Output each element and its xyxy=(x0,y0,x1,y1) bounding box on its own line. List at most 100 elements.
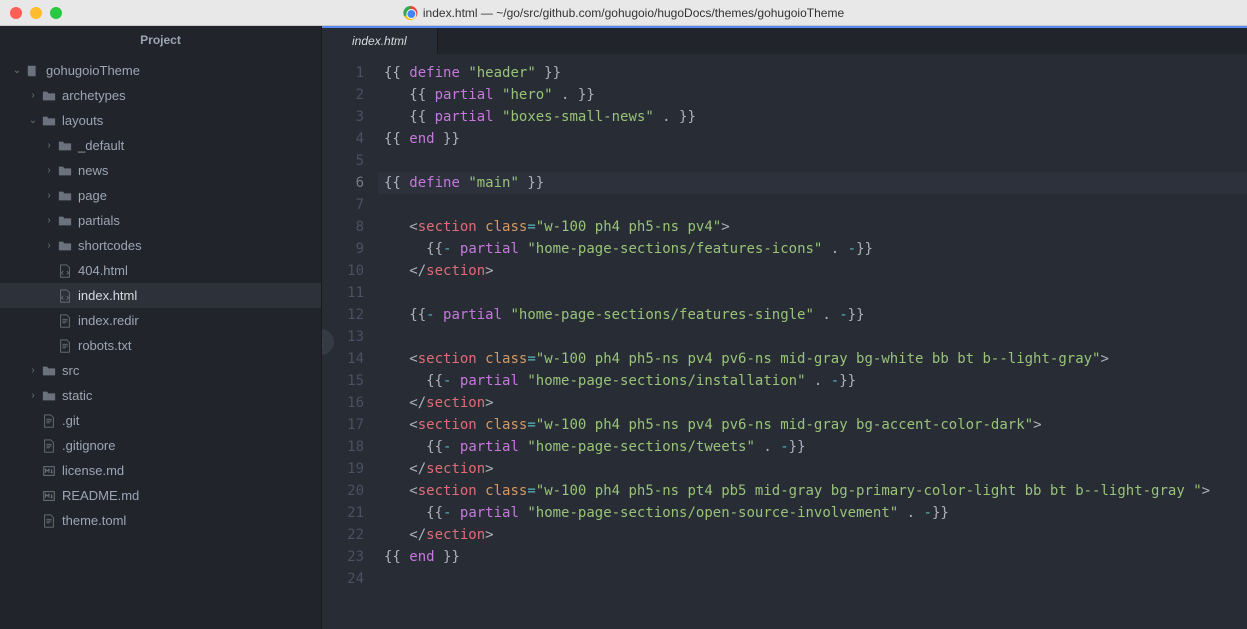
chevron-right-icon[interactable]: › xyxy=(42,240,56,251)
tree-item-label: page xyxy=(78,188,107,203)
tree-item-label: theme.toml xyxy=(62,513,126,528)
tree-item-shortcodes[interactable]: › shortcodes xyxy=(0,233,321,258)
code-line[interactable] xyxy=(378,150,1247,172)
code-line[interactable] xyxy=(378,194,1247,216)
file-icon xyxy=(56,314,74,328)
maximize-icon[interactable] xyxy=(50,7,62,19)
code-line[interactable]: <section class="w-100 ph4 ph5-ns pv4 pv6… xyxy=(378,414,1247,436)
code-line[interactable]: {{- partial "home-page-sections/open-sou… xyxy=(378,502,1247,524)
line-number: 24 xyxy=(322,568,364,590)
code-line[interactable]: {{ end }} xyxy=(378,546,1247,568)
code-line[interactable]: </section> xyxy=(378,392,1247,414)
tree-item-label: robots.txt xyxy=(78,338,131,353)
code-line[interactable]: </section> xyxy=(378,524,1247,546)
window-title-text: index.html — ~/go/src/github.com/gohugoi… xyxy=(423,6,844,20)
tree-item-license-md[interactable]: license.md xyxy=(0,458,321,483)
code-line[interactable]: {{- partial "home-page-sections/tweets" … xyxy=(378,436,1247,458)
tree-item-label: gohugoioTheme xyxy=(46,63,140,78)
code-line[interactable]: </section> xyxy=(378,458,1247,480)
tree-item-theme-toml[interactable]: theme.toml xyxy=(0,508,321,533)
tree-item-label: src xyxy=(62,363,79,378)
tree-item-404-html[interactable]: 404.html xyxy=(0,258,321,283)
code-line[interactable]: {{- partial "home-page-sections/installa… xyxy=(378,370,1247,392)
chevron-right-icon[interactable]: › xyxy=(42,215,56,226)
line-number: 2 xyxy=(322,84,364,106)
chevron-right-icon[interactable]: › xyxy=(42,190,56,201)
tree-item--default[interactable]: ›_default xyxy=(0,133,321,158)
code-line[interactable]: {{ partial "boxes-small-news" . }} xyxy=(378,106,1247,128)
chevron-down-icon[interactable]: ⌄ xyxy=(26,115,40,126)
chevron-right-icon[interactable]: › xyxy=(26,390,40,401)
tab-index-html[interactable]: index.html xyxy=(322,28,438,54)
line-number: 3 xyxy=(322,106,364,128)
tree-item-robots-txt[interactable]: robots.txt xyxy=(0,333,321,358)
code-line[interactable]: <section class="w-100 ph4 ph5-ns pt4 pb5… xyxy=(378,480,1247,502)
tree-item-label: shortcodes xyxy=(78,238,142,253)
line-number: 5 xyxy=(322,150,364,172)
code-line[interactable]: <section class="w-100 ph4 ph5-ns pv4"> xyxy=(378,216,1247,238)
code-line[interactable]: {{ partial "hero" . }} xyxy=(378,84,1247,106)
line-number: 9 xyxy=(322,238,364,260)
line-number: 4 xyxy=(322,128,364,150)
folder-icon xyxy=(40,89,58,103)
tree-item-label: archetypes xyxy=(62,88,126,103)
code-line[interactable]: {{ end }} xyxy=(378,128,1247,150)
traffic-lights xyxy=(0,7,62,19)
code-line[interactable] xyxy=(378,282,1247,304)
tree-item-gohugoiotheme[interactable]: ⌄ gohugoioTheme xyxy=(0,58,321,83)
code-line[interactable] xyxy=(378,326,1247,348)
chevron-right-icon[interactable]: › xyxy=(42,165,56,176)
project-header: Project xyxy=(0,26,321,54)
tree-item-index-redir[interactable]: index.redir xyxy=(0,308,321,333)
chrome-icon xyxy=(403,6,417,20)
tree-item-label: partials xyxy=(78,213,120,228)
chevron-right-icon[interactable]: › xyxy=(26,365,40,376)
line-number: 7 xyxy=(322,194,364,216)
tree-item-news[interactable]: › news xyxy=(0,158,321,183)
tree-item-index-html[interactable]: index.html xyxy=(0,283,321,308)
line-number: 15 xyxy=(322,370,364,392)
chevron-right-icon[interactable]: › xyxy=(26,90,40,101)
tree-item-label: .gitignore xyxy=(62,438,115,453)
tree-item-label: news xyxy=(78,163,108,178)
chevron-down-icon[interactable]: ⌄ xyxy=(10,65,24,76)
tree-item-src[interactable]: › src xyxy=(0,358,321,383)
tree-item--git[interactable]: .git xyxy=(0,408,321,433)
folder-icon xyxy=(40,364,58,378)
tree-item-label: index.redir xyxy=(78,313,139,328)
window-title: index.html — ~/go/src/github.com/gohugoi… xyxy=(403,6,844,20)
code-line[interactable]: {{ define "header" }} xyxy=(378,62,1247,84)
tree-item-partials[interactable]: › partials xyxy=(0,208,321,233)
window-titlebar: index.html — ~/go/src/github.com/gohugoi… xyxy=(0,0,1247,26)
code-line[interactable]: {{- partial "home-page-sections/features… xyxy=(378,238,1247,260)
line-number: 10 xyxy=(322,260,364,282)
tree-item-label: .git xyxy=(62,413,79,428)
tree-item-label: index.html xyxy=(78,288,137,303)
file-icon xyxy=(40,514,58,528)
close-icon[interactable] xyxy=(10,7,22,19)
tree-item-readme-md[interactable]: README.md xyxy=(0,483,321,508)
tree-item-archetypes[interactable]: › archetypes xyxy=(0,83,321,108)
tree-item-static[interactable]: ›static xyxy=(0,383,321,408)
code-content[interactable]: {{ define "header" }} {{ partial "hero" … xyxy=(378,54,1247,629)
folder-icon xyxy=(56,239,74,253)
file-markdown-icon xyxy=(40,489,58,503)
tree-item-layouts[interactable]: ⌄layouts xyxy=(0,108,321,133)
code-line[interactable]: </section> xyxy=(378,260,1247,282)
line-number: 6 xyxy=(322,172,364,194)
file-code-icon xyxy=(56,264,74,278)
code-line[interactable]: {{- partial "home-page-sections/features… xyxy=(378,304,1247,326)
tree-item-page[interactable]: › page xyxy=(0,183,321,208)
folder-icon xyxy=(56,164,74,178)
file-tree[interactable]: ⌄ gohugoioTheme › archetypes ⌄layouts›_defau… xyxy=(0,54,321,629)
tree-item--gitignore[interactable]: .gitignore xyxy=(0,433,321,458)
line-number: 19 xyxy=(322,458,364,480)
editor-body[interactable]: 123456789101112131415161718192021222324 … xyxy=(322,54,1247,629)
tab-label: index.html xyxy=(352,34,407,48)
code-line[interactable]: <section class="w-100 ph4 ph5-ns pv4 pv6… xyxy=(378,348,1247,370)
minimize-icon[interactable] xyxy=(30,7,42,19)
chevron-right-icon[interactable]: › xyxy=(42,140,56,151)
folder-icon xyxy=(56,139,74,153)
code-line[interactable] xyxy=(378,568,1247,590)
code-line[interactable]: {{ define "main" }} xyxy=(378,172,1247,194)
